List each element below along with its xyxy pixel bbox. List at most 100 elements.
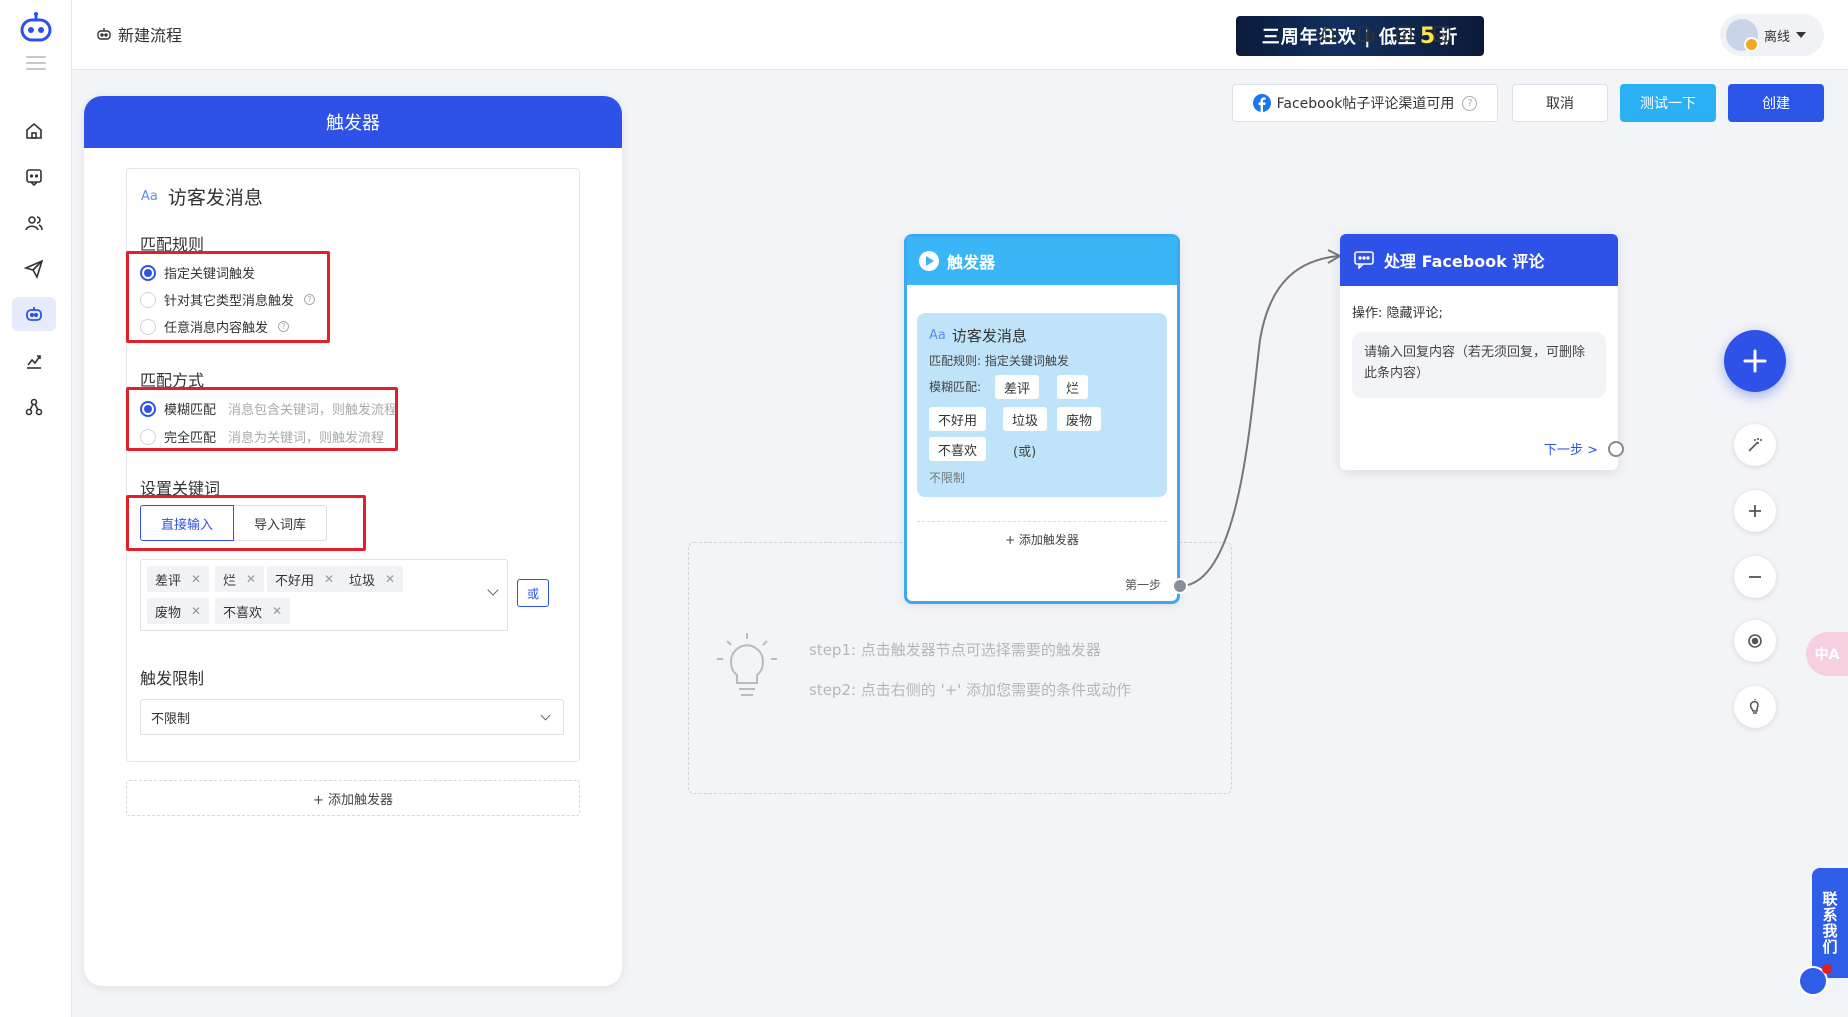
auto-layout-button[interactable] [1734,424,1776,466]
facebook-action-node[interactable]: 处理 Facebook 评论 操作: 隐藏评论; 请输入回复内容（若无须回复，可… [1340,234,1618,470]
plus-icon [1743,349,1767,373]
keyword-tag: 垃圾 ✕ [341,566,404,592]
contact-us-tab[interactable]: 联系我们 [1812,868,1848,978]
trigger-node-type-label: 访客发消息 [951,327,1027,345]
user-status: 离线 [1764,29,1791,45]
lightbulb-icon [717,633,777,696]
devices-icon[interactable] [1354,22,1378,46]
trigger-node-type: Aa 访客发消息 [929,325,1155,346]
keyword-tag: 烂 ✕ [215,566,265,592]
locate-icon [1748,634,1762,648]
card-title: Aa 访客发消息 [141,183,263,210]
chatbot-icon[interactable] [12,297,56,331]
trigger-limit-select[interactable]: 不限制 [140,699,564,735]
caret-down-icon [1796,32,1807,38]
add-trigger-button[interactable]: + 添加触发器 [126,780,580,816]
locate-button[interactable] [1734,620,1776,662]
contacts-icon[interactable] [12,206,56,240]
zoom-out-icon [1749,576,1761,578]
create-button[interactable]: 创建 [1728,84,1824,122]
language-icon[interactable]: CN [1430,22,1454,46]
close-icon[interactable]: ✕ [272,604,282,618]
notification-dot [1822,964,1832,974]
avatar [1726,19,1759,52]
highlight-match-mode [126,387,398,451]
select-value: 不限制 [151,711,191,727]
trigger-card: Aa 访客发消息 匹配规则 指定关键词触发 针对其它类型消息触发 ? 任意消息内… [126,168,580,762]
trigger-node-limit: 不限制 [929,471,966,485]
breadcrumb: 新建流程 [96,22,182,46]
action-node-title: 处理 Facebook 评论 [1384,252,1545,271]
trigger-node-header: 触发器 [907,237,1177,285]
keyword-tag: 不喜欢 ✕ [215,598,291,624]
facebook-channel-button[interactable]: Facebook帖子评论渠道可用 ? [1232,84,1498,122]
help-circle-icon[interactable]: ? [1462,95,1478,111]
zoom-in-button[interactable] [1734,490,1776,532]
close-icon[interactable]: ✕ [191,604,201,618]
magic-wand-icon [1748,438,1762,452]
trigger-node[interactable]: 触发器 Aa 访客发消息 匹配规则: 指定关键词触发 模糊匹配: 差评 烂 不好… [904,234,1180,604]
panel-title: 触发器 [84,96,622,148]
step-label: 第一步 [1124,578,1161,592]
next-port[interactable] [1608,441,1624,457]
cancel-button[interactable]: 取消 [1512,84,1608,122]
help-icon[interactable] [1392,22,1416,46]
tips-button[interactable] [1734,686,1776,728]
facebook-icon [1252,94,1271,112]
zoom-out-button[interactable] [1734,556,1776,598]
trigger-limit-label: 触发限制 [140,669,205,688]
language-label: CN [1437,33,1447,40]
trigger-node-fuzzy-label: 模糊匹配: [929,380,982,394]
lightbulb-icon [1749,699,1759,714]
comment-icon [1354,251,1374,269]
home-icon[interactable] [12,114,56,148]
output-port[interactable] [1172,578,1188,594]
bell-icon[interactable] [1316,22,1340,46]
tag-label: 不好用 [275,573,315,589]
close-icon[interactable]: ✕ [246,572,256,586]
action-operation: 操作: 隐藏评论; [1352,306,1443,321]
text-type-icon: Aa [141,189,158,204]
reply-content[interactable]: 请输入回复内容（若无须回复，可删除此条内容） [1352,332,1606,398]
chevron-down-icon[interactable] [487,584,499,596]
keyword-chip: 废物 [1057,407,1102,431]
chevron-down-icon [540,710,551,721]
translate-button[interactable]: 中A [1806,632,1848,676]
trigger-node-body[interactable]: Aa 访客发消息 匹配规则: 指定关键词触发 模糊匹配: 差评 烂 不好用 垃圾… [917,313,1167,497]
integrations-icon[interactable] [12,390,56,424]
trigger-panel: 触发器 Aa 访客发消息 匹配规则 指定关键词触发 针对其它类型消息触发 ? 任… [84,96,622,986]
tag-label: 不喜欢 [223,605,263,621]
card-title-text: 访客发消息 [167,187,263,209]
menu-toggle-icon[interactable] [26,56,46,70]
trigger-node-rule: 匹配规则: 指定关键词触发 [929,354,1069,368]
close-icon[interactable]: ✕ [324,572,334,586]
page-title: 新建流程 [118,26,183,45]
trigger-node-add-button[interactable]: + 添加触发器 [917,521,1167,557]
facebook-channel-label: Facebook帖子评论渠道可用 [1276,96,1455,112]
keyword-chip: 垃圾 [1003,407,1048,431]
robot-logo-icon[interactable] [16,12,56,44]
tag-label: 垃圾 [349,573,376,589]
keyword-tag: 差评 ✕ [147,566,210,592]
close-icon[interactable]: ✕ [385,572,395,586]
add-node-button[interactable] [1724,330,1786,392]
next-step-link[interactable]: 下一步 > [1544,439,1598,458]
chat-icon[interactable] [12,160,56,194]
highlight-keyword-tabs [126,495,366,551]
or-toggle-button[interactable]: 或 [517,579,549,607]
tag-label: 烂 [223,573,237,589]
user-menu[interactable]: 离线 [1720,14,1824,56]
top-header: 新建流程 三周年狂欢 | 低至 5 折 CN 离线 [72,0,1848,70]
analytics-icon[interactable] [12,344,56,378]
close-icon[interactable]: ✕ [191,572,201,586]
keyword-chip: 不好用 [929,407,987,431]
keyword-chip: 烂 [1057,375,1089,399]
highlight-match-rule [126,251,330,343]
tag-label: 废物 [155,605,182,621]
keyword-tag-input[interactable]: 差评 ✕ 烂 ✕ 不好用 ✕ 垃圾 ✕ 废物 ✕ 不喜欢 ✕ [140,559,508,631]
tip-step2: step2: 点击右侧的 '+' 添加您需要的条件或动作 [809,681,1132,699]
trigger-node-title: 触发器 [947,253,996,272]
test-button[interactable]: 测试一下 [1620,84,1716,122]
send-icon[interactable] [12,252,56,286]
text-type-icon: Aa [929,328,946,343]
